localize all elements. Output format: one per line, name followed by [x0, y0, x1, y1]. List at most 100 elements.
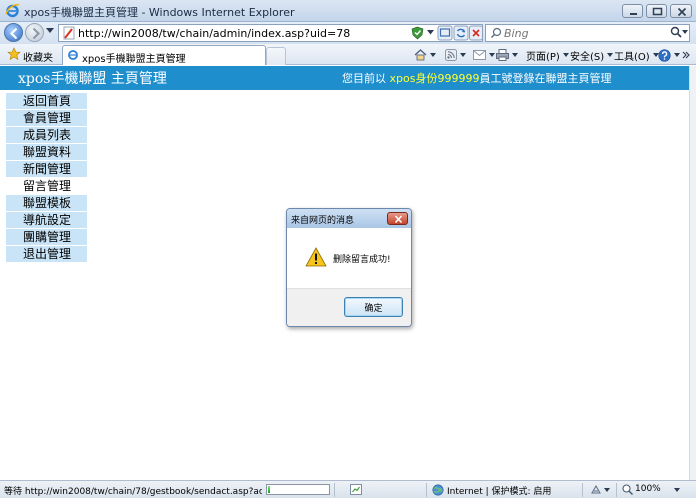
- safety-menu-label: 安全(S): [570, 51, 605, 63]
- chevron-down-icon[interactable]: [604, 488, 610, 492]
- window-close-button[interactable]: [670, 4, 692, 18]
- shield-icon[interactable]: [411, 26, 424, 40]
- script-debug-icon[interactable]: [350, 484, 362, 495]
- recent-pages-dropdown-icon[interactable]: [46, 28, 54, 34]
- toolbar-overflow-button[interactable]: [682, 47, 690, 63]
- safety-menu-button[interactable]: 安全(S): [570, 47, 614, 63]
- favorites-star-icon[interactable]: [7, 47, 21, 61]
- chevron-double-right-icon: [682, 51, 690, 59]
- read-mail-button[interactable]: [473, 47, 495, 63]
- page-scrollbar[interactable]: [689, 66, 696, 480]
- chevron-down-icon: [607, 53, 614, 57]
- menu-item-home[interactable]: 返回首頁: [6, 93, 87, 110]
- window-title-bar: xpos手機聯盟主頁管理 - Windows Internet Explorer: [0, 0, 696, 22]
- pop-up-status-icon[interactable]: [590, 484, 602, 495]
- login-suffix: 員工號登錄在聯盟主頁管理: [479, 72, 612, 85]
- alert-dialog: 来自网页的消息 删除留言成功! 确定: [286, 208, 412, 327]
- dialog-title-bar[interactable]: 来自网页的消息: [287, 209, 411, 228]
- zoom-icon[interactable]: [622, 484, 633, 495]
- login-prefix: 您目前以: [342, 72, 390, 85]
- login-uid: xpos身份999999: [389, 72, 480, 85]
- dialog-body: 删除留言成功!: [287, 228, 411, 288]
- feeds-button[interactable]: [445, 47, 466, 63]
- compatibility-view-icon[interactable]: [437, 25, 453, 41]
- menu-item-members[interactable]: 會員管理: [6, 110, 87, 127]
- warning-icon: [305, 247, 327, 267]
- address-dropdown-icon[interactable]: [427, 30, 434, 35]
- minimize-icon: [630, 13, 637, 15]
- tab-title: xpos手機聯盟主頁管理: [82, 54, 186, 65]
- status-separator: [426, 483, 427, 497]
- page-menu-label: 页面(P): [526, 51, 560, 63]
- home-button[interactable]: [414, 47, 436, 63]
- help-icon: [658, 48, 671, 62]
- menu-item-navigation[interactable]: 導航設定: [6, 212, 87, 229]
- close-icon: [394, 215, 403, 224]
- maximize-icon: [652, 7, 663, 16]
- admin-menu: 返回首頁 會員管理 成員列表 聯盟資料 新聞管理 留言管理 聯盟模板 導航設定 …: [6, 93, 87, 263]
- window-title: xpos手機聯盟主頁管理 - Windows Internet Explorer: [24, 6, 295, 19]
- search-input[interactable]: [504, 26, 664, 40]
- search-box[interactable]: [485, 24, 690, 42]
- loading-progress-bar: [266, 484, 330, 495]
- printer-icon: [496, 49, 509, 61]
- site-title: xpos手機聯盟 主頁管理: [18, 71, 167, 87]
- minimize-button[interactable]: [622, 4, 643, 18]
- status-text: 等待 http://win2008/tw/chain/78/gestbook/s…: [4, 487, 262, 497]
- zoom-level[interactable]: 100%: [635, 484, 661, 494]
- menu-item-alliance-info[interactable]: 聯盟資料: [6, 144, 87, 161]
- status-separator: [582, 483, 583, 497]
- bing-search-icon: [491, 27, 502, 38]
- chevron-down-icon[interactable]: [674, 488, 680, 492]
- home-icon: [414, 49, 427, 61]
- print-button[interactable]: [496, 47, 518, 63]
- chevron-down-icon: [489, 53, 495, 57]
- menu-item-news[interactable]: 新聞管理: [6, 161, 87, 178]
- progress-fill: [268, 486, 270, 493]
- tools-menu-button[interactable]: 工具(O): [614, 47, 659, 63]
- search-options-dropdown-icon[interactable]: [682, 30, 688, 34]
- forward-button[interactable]: [25, 23, 44, 42]
- menu-item-guestbook[interactable]: 留言管理: [6, 178, 87, 195]
- chevron-down-icon: [460, 53, 466, 57]
- address-row: http://win2008/tw/chain/admin/index.asp?…: [0, 22, 696, 44]
- maximize-button[interactable]: [646, 4, 667, 18]
- menu-item-group-buy[interactable]: 團購管理: [6, 229, 87, 246]
- chevron-down-icon: [674, 53, 680, 57]
- address-bar[interactable]: http://win2008/tw/chain/admin/index.asp?…: [58, 24, 483, 42]
- chevron-down-icon: [562, 53, 569, 57]
- new-tab-button[interactable]: [266, 47, 286, 65]
- chevron-down-icon: [430, 53, 436, 57]
- menu-item-templates[interactable]: 聯盟模板: [6, 195, 87, 212]
- back-button[interactable]: [4, 23, 23, 42]
- page-menu-button[interactable]: 页面(P): [526, 47, 569, 63]
- arrow-right-icon: [32, 27, 41, 40]
- menu-item-member-list[interactable]: 成員列表: [6, 127, 87, 144]
- dialog-message: 删除留言成功!: [333, 255, 391, 265]
- status-separator: [616, 483, 617, 497]
- search-icon[interactable]: [670, 26, 682, 38]
- address-url[interactable]: http://win2008/tw/chain/admin/index.asp?…: [78, 27, 350, 40]
- menu-item-logout[interactable]: 退出管理: [6, 246, 87, 263]
- tab-current-page[interactable]: xpos手機聯盟主頁管理: [62, 45, 266, 65]
- stop-icon[interactable]: [469, 25, 483, 41]
- dialog-footer: 确定: [287, 288, 411, 326]
- favorites-button[interactable]: 收藏夹: [23, 49, 53, 64]
- page-error-icon: [63, 26, 75, 40]
- globe-icon: [432, 484, 444, 496]
- status-separator: [334, 483, 335, 497]
- close-icon: [677, 7, 687, 17]
- ok-button[interactable]: 确定: [344, 297, 403, 317]
- dialog-close-button[interactable]: [387, 212, 408, 225]
- dialog-title: 来自网页的消息: [291, 216, 355, 226]
- help-button[interactable]: [658, 47, 680, 63]
- tools-menu-label: 工具(O): [614, 51, 650, 63]
- chevron-down-icon: [512, 53, 518, 57]
- refresh-icon[interactable]: [453, 25, 469, 41]
- ie-logo-icon: [5, 4, 20, 18]
- ie-page-icon: [68, 50, 78, 60]
- login-message: 您目前以 xpos身份999999員工號登錄在聯盟主頁管理: [342, 70, 611, 86]
- favorites-bar: 收藏夹 xpos手機聯盟主頁管理 页面(P) 安全(S) 工具(O): [0, 44, 696, 65]
- mail-icon: [473, 50, 486, 60]
- security-zone[interactable]: Internet | 保护模式: 启用: [447, 484, 551, 497]
